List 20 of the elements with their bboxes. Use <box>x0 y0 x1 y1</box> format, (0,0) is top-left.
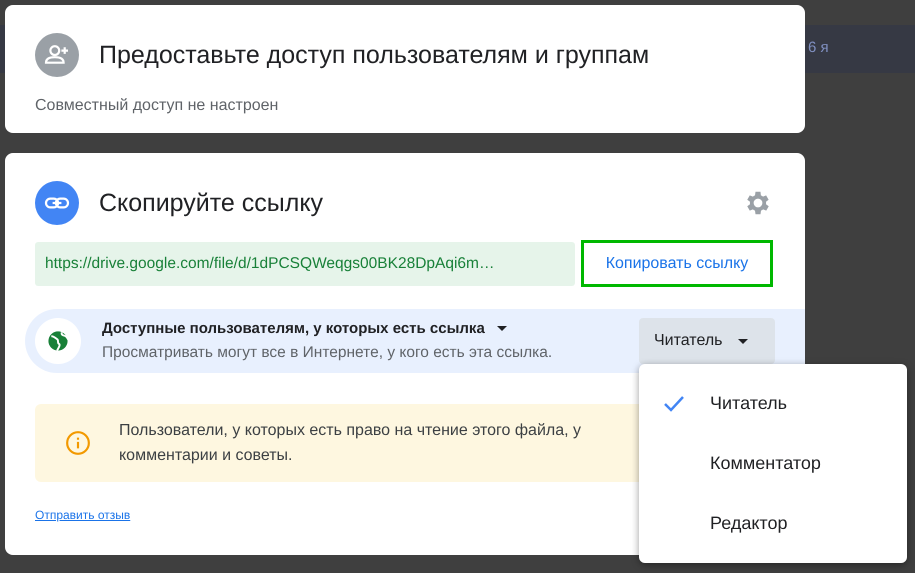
menu-item[interactable]: Комментатор <box>639 434 907 494</box>
info-icon <box>65 430 91 456</box>
role-dropdown[interactable]: Читатель <box>639 318 775 364</box>
link-icon <box>35 181 79 225</box>
menu-item[interactable]: Читатель <box>639 374 907 434</box>
card-title: Скопируйте ссылку <box>99 188 324 218</box>
feedback-link[interactable]: Отправить отзыв <box>35 508 130 522</box>
card-title: Предоставьте доступ пользователям и группам <box>99 40 650 70</box>
caret-icon <box>738 338 748 344</box>
menu-item[interactable]: Редактор <box>639 493 907 554</box>
add-person-icon <box>35 33 79 77</box>
globe-icon <box>35 318 81 364</box>
link-field[interactable]: https://drive.google.com/file/d/1dPCSQWeqgs00BK28DpAqi6m… <box>35 242 575 286</box>
access-dropdown[interactable]: Доступные пользователям, у которых есть ссылка <box>102 320 552 337</box>
sharing-status: Совместный доступ не настроен <box>35 97 280 115</box>
info-message: Пользователи, у которых есть право на чтение этого файла, у комментарии и советы. <box>119 421 582 466</box>
caret-icon <box>496 326 507 331</box>
table-cell: 6 я <box>808 39 829 56</box>
copy-link-button[interactable]: Копировать ссылку <box>581 240 773 287</box>
access-description: Просматривать могут все в Интернете, у кого есть эта ссылка. <box>102 344 552 362</box>
